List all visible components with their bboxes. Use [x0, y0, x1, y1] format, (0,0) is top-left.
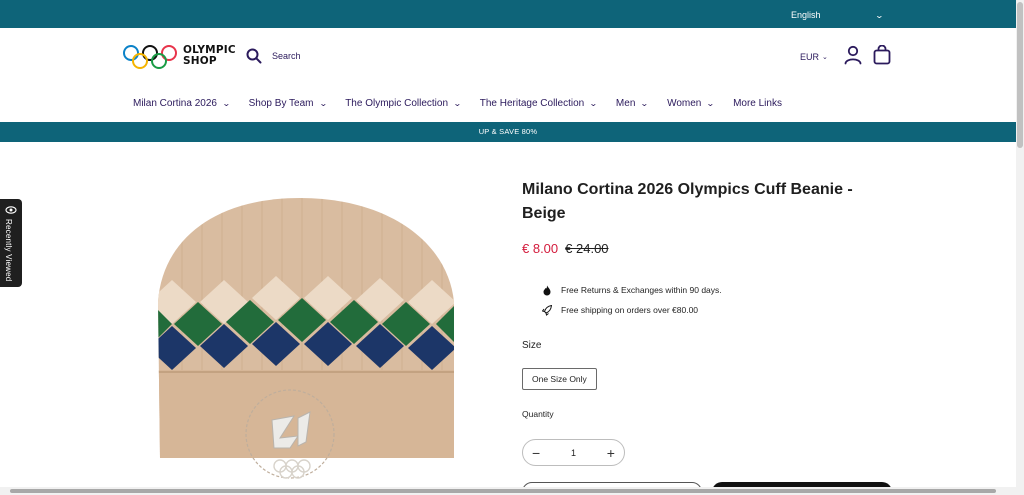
top-bar: English ⌄	[0, 0, 1016, 28]
site-header: OLYMPIC SHOP Search EUR ⌄ Milan Cortina …	[0, 28, 1016, 122]
promo-text: UP & SAVE 80%	[478, 127, 538, 136]
product-title: Milano Cortina 2026 Olympics Cuff Beanie…	[522, 181, 853, 222]
logo-text: OLYMPIC SHOP	[183, 45, 236, 67]
recently-viewed-tab[interactable]: Recently Viewed	[0, 199, 22, 287]
nav-item-label: The Heritage Collection	[479, 98, 585, 109]
logo-line-2: SHOP	[183, 55, 217, 67]
rocket-icon	[542, 304, 552, 316]
chevron-down-icon: ⌄	[640, 99, 650, 108]
account-icon[interactable]	[844, 45, 862, 65]
product-image[interactable]	[122, 172, 478, 486]
nav-item-label: The Olympic Collection	[345, 98, 449, 109]
nav-item-label: Milan Cortina 2026	[133, 98, 217, 109]
olympic-shop-logo[interactable]: OLYMPIC SHOP	[123, 43, 236, 69]
chevron-down-icon: ⌄	[706, 99, 716, 108]
nav-item-label: More Links	[733, 98, 782, 109]
horizontal-scrollbar[interactable]	[0, 487, 1016, 495]
quantity-value[interactable]: 1	[571, 448, 576, 458]
currency-selector[interactable]: EUR ⌄	[800, 52, 828, 62]
vertical-scrollbar[interactable]	[1016, 0, 1024, 495]
nav-item-olympic-collection[interactable]: The Olympic Collection ⌄	[345, 98, 462, 109]
perk-text: Free shipping on orders over €80.00	[561, 305, 699, 315]
sale-price: € 8.00	[522, 241, 559, 256]
currency-label: EUR	[800, 52, 820, 62]
promo-banner[interactable]: UP & SAVE 80%	[0, 122, 1016, 142]
flame-icon	[543, 285, 551, 295]
scrollbar-thumb[interactable]	[10, 489, 996, 493]
beanie-image	[158, 198, 454, 479]
scrollbar-thumb[interactable]	[1017, 2, 1023, 148]
nav-item-shop-by-team[interactable]: Shop By Team ⌄	[248, 98, 328, 109]
language-label: English	[791, 10, 821, 20]
size-option-one-size[interactable]: One Size Only	[522, 368, 597, 390]
price-block: € 8.00 € 24.00	[522, 241, 609, 256]
search-trigger[interactable]: Search	[246, 48, 301, 64]
chevron-down-icon: ⌄	[221, 99, 231, 108]
nav-item-label: Men	[615, 98, 636, 109]
olympic-rings-icon	[123, 43, 177, 69]
original-price: € 24.00	[565, 241, 609, 256]
size-label: Size	[522, 340, 542, 351]
nav-item-men[interactable]: Men ⌄	[615, 98, 650, 109]
nav-item-more-links[interactable]: More Links	[733, 98, 782, 109]
perk-shipping: Free shipping on orders over €80.00	[542, 300, 722, 320]
main-nav: Milan Cortina 2026 ⌄ Shop By Team ⌄ The …	[133, 98, 801, 109]
chevron-down-icon: ⌄	[822, 54, 828, 61]
plus-icon[interactable]: +	[607, 446, 615, 460]
chevron-down-icon: ⌄	[874, 10, 885, 20]
nav-item-label: Women	[667, 98, 702, 109]
nav-item-heritage-collection[interactable]: The Heritage Collection ⌄	[479, 98, 598, 109]
shopping-bag-icon[interactable]	[873, 45, 891, 65]
nav-item-label: Shop By Team	[248, 98, 314, 109]
chevron-down-icon: ⌄	[318, 99, 328, 108]
language-selector[interactable]: English ⌄	[791, 8, 885, 22]
chevron-down-icon: ⌄	[453, 99, 462, 108]
product-info: Milano Cortina 2026 Olympics Cuff Beanie…	[522, 178, 892, 495]
perk-returns: Free Returns & Exchanges within 90 days.	[542, 280, 722, 300]
quantity-label: Quantity	[522, 409, 554, 419]
nav-item-women[interactable]: Women ⌄	[667, 98, 716, 109]
search-label: Search	[272, 51, 301, 61]
perks-list: Free Returns & Exchanges within 90 days.…	[542, 280, 722, 320]
quantity-stepper: − 1 +	[522, 439, 625, 466]
search-icon	[246, 48, 262, 64]
chevron-down-icon: ⌄	[589, 99, 598, 108]
perk-text: Free Returns & Exchanges within 90 days.	[561, 285, 722, 295]
recently-viewed-label: Recently Viewed	[4, 219, 13, 282]
minus-icon[interactable]: −	[532, 446, 540, 460]
nav-item-milan-cortina[interactable]: Milan Cortina 2026 ⌄	[133, 98, 231, 109]
eye-icon	[5, 206, 17, 214]
